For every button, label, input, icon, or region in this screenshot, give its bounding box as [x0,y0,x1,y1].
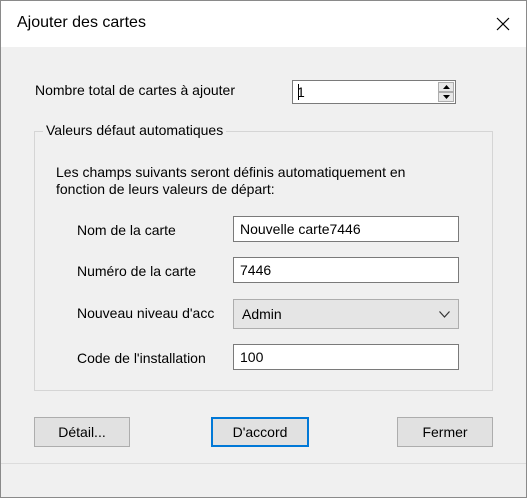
spin-down-button[interactable] [438,92,454,102]
add-cards-dialog: Ajouter des cartes Nombre total de carte… [0,0,527,498]
ok-button[interactable]: D'accord [211,417,309,447]
facility-code-label: Code de l'installation [77,350,206,366]
spin-up-button[interactable] [438,82,454,92]
card-name-input[interactable]: Nouvelle carte7446 [233,216,459,242]
arrow-up-icon [442,85,450,89]
card-count-label: Nombre total de cartes à ajouter [35,82,235,98]
access-level-value: Admin [242,306,282,322]
auto-defaults-legend: Valeurs défaut automatiques [43,122,227,138]
card-count-spinner[interactable]: 1 [292,80,456,104]
card-number-label: Numéro de la carte [77,263,197,279]
status-bar [1,463,526,497]
close-icon [496,17,510,31]
spinner-buttons [438,82,454,102]
chevron-down-icon [439,311,450,318]
description-line-1: Les champs suivants seront définis autom… [56,164,406,180]
description-line-2: fonction de leurs valeurs de départ: [56,181,275,197]
access-level-label: Nouveau niveau d'acc [77,305,215,321]
close-window-button[interactable] [480,1,526,47]
window-title: Ajouter des cartes [17,14,146,31]
close-button[interactable]: Fermer [397,417,493,447]
arrow-down-icon [442,95,450,99]
access-level-select[interactable]: Admin [233,299,459,329]
text-caret [298,84,299,100]
card-number-input[interactable]: 7446 [233,257,459,283]
facility-code-input[interactable]: 100 [233,344,459,370]
detail-button[interactable]: Détail... [34,417,130,447]
card-name-label: Nom de la carte [77,222,176,238]
title-bar: Ajouter des cartes [1,1,526,47]
